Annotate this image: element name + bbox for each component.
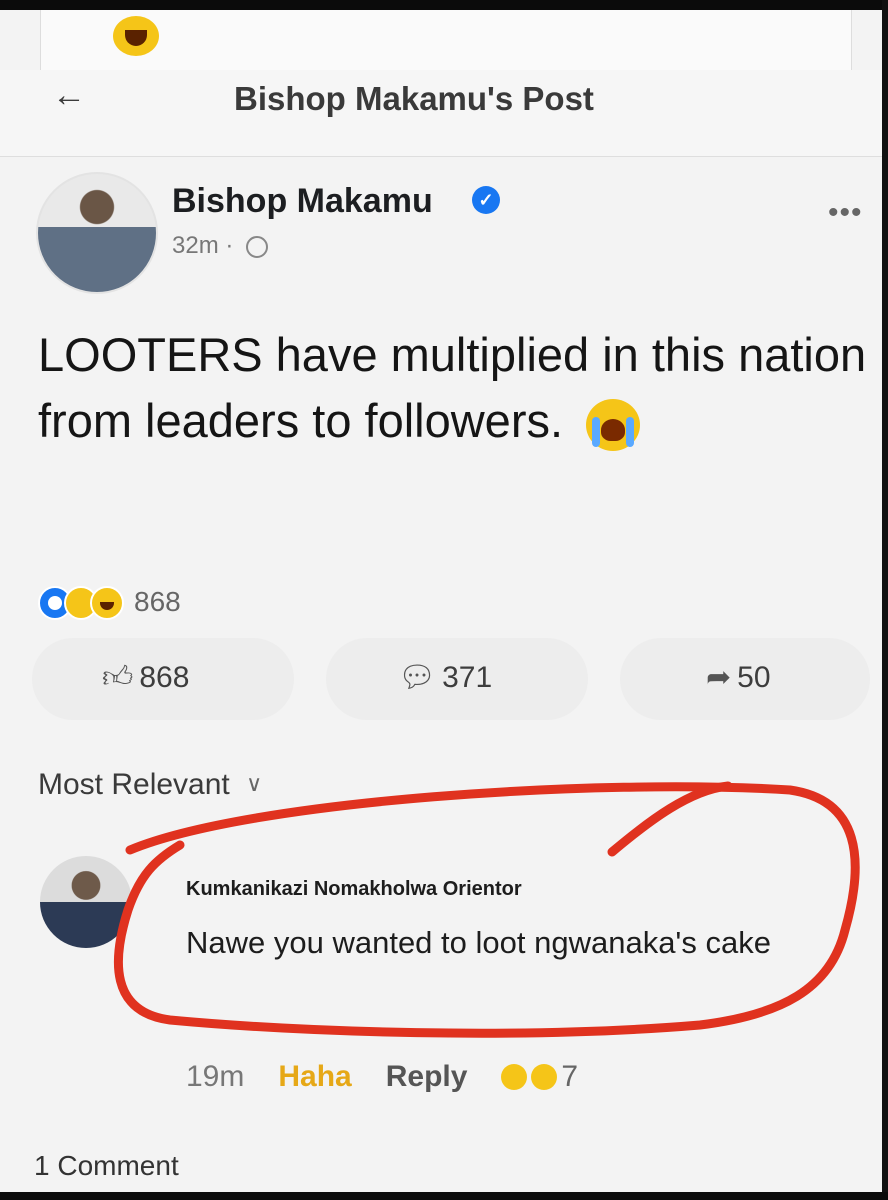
author-name[interactable]: Bishop Makamu [172, 182, 433, 221]
post-time[interactable]: 32m [172, 232, 219, 259]
post-meta: 32m · [172, 232, 269, 260]
page-title: Bishop Makamu's Post [234, 80, 594, 117]
share-arrow-icon: ➦ [706, 661, 732, 694]
share-count: 50 [737, 660, 771, 694]
haha-emoji-icon [501, 1064, 528, 1090]
bottom-bar [0, 1192, 888, 1200]
comment-time[interactable]: 19m [186, 1060, 244, 1094]
like-button[interactable]: 👍︎ 868 [32, 638, 294, 720]
back-arrow-icon[interactable]: ← [52, 76, 86, 115]
post-body: LOOTERS have multiplied in this nation f… [38, 328, 867, 447]
post-text: LOOTERS have multiplied in this nation f… [38, 322, 878, 454]
top-bar [0, 0, 888, 10]
comment-button[interactable]: 💬︎ 371 [326, 638, 588, 720]
reply-button[interactable]: Reply [386, 1060, 468, 1094]
more-options-icon[interactable]: ••• [828, 196, 863, 230]
commenter-name[interactable]: Kumkanikazi Nomakholwa Orientor [186, 878, 522, 901]
crying-emoji-icon [586, 398, 641, 451]
previous-post-strip [40, 10, 852, 70]
comment-bubble-icon: 💬︎ [398, 661, 437, 694]
meta-separator: · [225, 232, 234, 259]
commenter-avatar[interactable] [40, 856, 132, 948]
sort-label: Most Relevant [38, 768, 230, 801]
share-button[interactable]: ➦ 50 [620, 638, 870, 720]
comment-reaction-count: 7 [561, 1060, 579, 1093]
comment-meta: 19m Haha Reply 7 [186, 1060, 578, 1094]
thumbs-up-icon: 👍︎ [102, 661, 134, 694]
comment-text: Nawe you wanted to loot ngwanaka's cake [186, 925, 771, 960]
like-count: 868 [139, 661, 190, 694]
haha-reaction-icon [90, 586, 124, 620]
chevron-down-icon: ∨ [246, 771, 263, 796]
comment-reactions[interactable]: 7 [501, 1060, 578, 1094]
right-edge-bar [882, 0, 888, 1200]
laughing-emoji-icon [113, 16, 159, 56]
haha-reaction-button[interactable]: Haha [278, 1060, 351, 1094]
post-header: ← Bishop Makamu's Post [0, 70, 888, 157]
wow-emoji-icon [531, 1064, 558, 1090]
total-comments-label[interactable]: 1 Comment [34, 1150, 179, 1182]
verified-badge-icon: ✓ [472, 186, 500, 214]
comment-sort-dropdown[interactable]: Most Relevant ∨ [38, 768, 262, 802]
comment-count: 371 [442, 660, 493, 694]
globe-icon [246, 235, 269, 258]
author-avatar[interactable] [36, 172, 158, 294]
reaction-count[interactable]: 868 [134, 586, 181, 618]
